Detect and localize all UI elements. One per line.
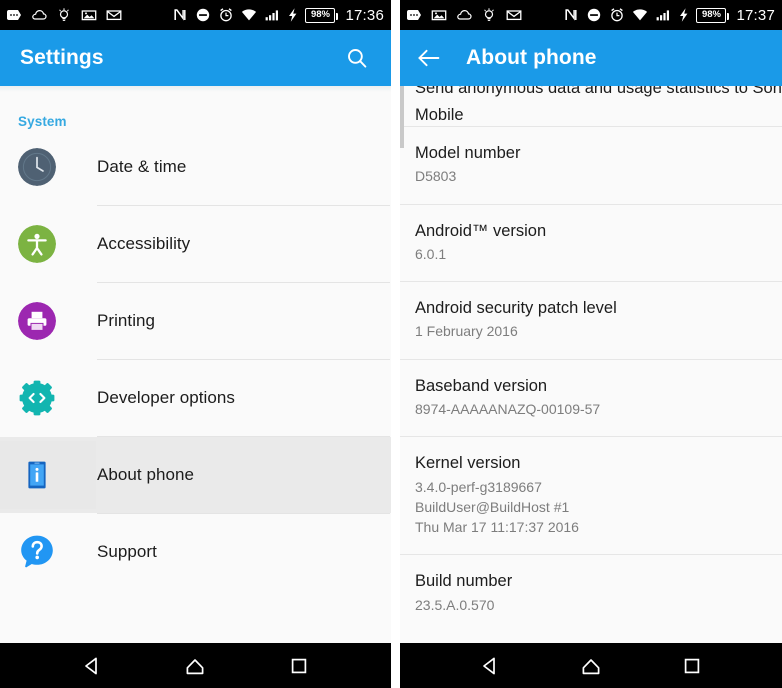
detail-partial-clipped-text: Send anonymous data and usage statistics… <box>415 86 782 97</box>
detail-row-kernel-version[interactable]: Kernel version 3.4.0-perf-g3189667 Build… <box>400 437 782 555</box>
charging-bolt-icon <box>678 7 689 23</box>
home-nav-icon[interactable] <box>578 653 604 679</box>
detail-value: 1 February 2016 <box>415 323 518 340</box>
about-phone-icon <box>18 456 56 494</box>
detail-row-baseband-version[interactable]: Baseband version 8974-AAAAANAZQ-00109-57 <box>400 359 782 437</box>
nfc-icon <box>563 7 579 23</box>
detail-title: Android™ version <box>415 221 547 240</box>
detail-row-model-number[interactable]: Model number D5803 <box>400 127 782 204</box>
left-status-right: 98% 17:36 <box>172 7 384 24</box>
lightbulb-idea-icon <box>481 7 497 23</box>
sidebar-item-developer-options[interactable]: Developer options <box>0 360 391 436</box>
lightbulb-idea-icon <box>56 7 72 23</box>
home-nav-icon[interactable] <box>182 653 208 679</box>
email-icon <box>106 7 122 23</box>
detail-value: D5803 <box>415 168 457 185</box>
screenshot-image-icon <box>81 7 97 23</box>
alarm-clock-icon <box>609 7 625 23</box>
sidebar-item-about-phone[interactable]: About phone <box>0 437 391 513</box>
battery-percent-label: 98% <box>310 9 330 21</box>
charging-bolt-icon <box>287 7 298 23</box>
right-status-right: 98% 17:37 <box>563 7 775 24</box>
detail-partial-visible-text: Mobile <box>415 106 464 125</box>
settings-list: System Date & time Accessibility Printin… <box>0 86 391 643</box>
status-clock: 17:36 <box>345 6 384 24</box>
right-navigation-bar <box>400 643 782 688</box>
detail-row-build-number[interactable]: Build number 23.5.A.0.570 <box>400 555 782 632</box>
sidebar-item-support[interactable]: Support <box>0 514 391 590</box>
detail-row-android-version[interactable]: Android™ version 6.0.1 <box>400 204 782 282</box>
back-arrow-icon[interactable] <box>416 45 442 71</box>
detail-value: 8974-AAAAANAZQ-00109-57 <box>415 400 601 417</box>
back-nav-icon[interactable] <box>477 653 503 679</box>
battery-icon: 98% <box>696 7 730 23</box>
sidebar-item-printing[interactable]: Printing <box>0 283 391 359</box>
cellular-signal-icon <box>655 7 671 23</box>
detail-title: Model number <box>415 144 521 162</box>
detail-value: 6.0.1 <box>415 245 447 262</box>
recents-nav-icon[interactable] <box>679 653 705 679</box>
clock-icon <box>18 148 56 186</box>
left-status-icons <box>6 7 172 23</box>
page-title: About phone <box>466 46 597 69</box>
cellular-signal-icon <box>264 7 280 23</box>
accessibility-icon <box>18 225 56 263</box>
page-title: Settings <box>20 46 104 69</box>
wifi-icon <box>632 7 648 23</box>
cloud-icon <box>31 7 47 23</box>
left-phone-screen: 98% 17:36 Settings System Date & time Ac… <box>0 0 391 688</box>
sidebar-item-label: Accessibility <box>97 234 191 253</box>
battery-icon: 98% <box>305 7 339 23</box>
right-status-bar: 98% 17:37 <box>400 0 782 30</box>
battery-percent-label: 98% <box>701 9 721 21</box>
sidebar-item-label: About phone <box>97 465 194 484</box>
sidebar-item-accessibility[interactable]: Accessibility <box>0 206 391 282</box>
panel-gap <box>391 0 400 688</box>
sidebar-item-date-time[interactable]: Date & time <box>0 129 391 205</box>
back-nav-icon[interactable] <box>79 653 105 679</box>
sidebar-item-label: Developer options <box>97 388 235 407</box>
printer-icon <box>18 302 56 340</box>
do-not-disturb-icon <box>195 7 211 23</box>
message-icon <box>6 7 22 23</box>
sidebar-item-label: Date & time <box>97 157 187 176</box>
detail-row-security-patch[interactable]: Android security patch level 1 February … <box>400 282 782 359</box>
sidebar-item-label: Support <box>97 542 157 561</box>
do-not-disturb-icon <box>586 7 602 23</box>
detail-title: Android security patch level <box>415 299 617 318</box>
detail-row-partial[interactable]: Send anonymous data and usage statistics… <box>400 86 782 126</box>
detail-title: Kernel version <box>415 454 521 473</box>
support-help-icon <box>18 533 56 571</box>
detail-title: Build number <box>415 572 513 591</box>
sidebar-item-label: Printing <box>97 311 156 330</box>
left-status-bar: 98% 17:36 <box>0 0 391 30</box>
detail-value: 3.4.0-perf-g3189667 BuildUser@BuildHost … <box>415 478 579 536</box>
recents-nav-icon[interactable] <box>286 653 312 679</box>
settings-app-bar: Settings <box>0 30 391 86</box>
right-phone-screen: 98% 17:37 About phone Send anonymous dat… <box>400 0 782 688</box>
screenshot-root: 98% 17:36 Settings System Date & time Ac… <box>0 0 782 688</box>
scrollbar[interactable] <box>400 86 404 148</box>
detail-title: Baseband version <box>415 376 548 395</box>
nfc-icon <box>172 7 188 23</box>
status-clock: 17:37 <box>736 6 775 24</box>
alarm-clock-icon <box>218 7 234 23</box>
section-header-system: System <box>18 114 67 129</box>
screenshot-image-icon <box>431 7 447 23</box>
developer-options-icon <box>18 379 56 417</box>
search-icon[interactable] <box>345 46 369 70</box>
detail-value: 23.5.A.0.570 <box>415 596 495 613</box>
about-phone-app-bar: About phone <box>400 30 782 86</box>
message-icon <box>406 7 422 23</box>
left-navigation-bar <box>0 643 391 688</box>
cloud-icon <box>456 7 472 23</box>
wifi-icon <box>241 7 257 23</box>
email-icon <box>506 7 522 23</box>
about-phone-detail-list: Send anonymous data and usage statistics… <box>400 86 782 643</box>
right-status-icons <box>406 7 563 23</box>
